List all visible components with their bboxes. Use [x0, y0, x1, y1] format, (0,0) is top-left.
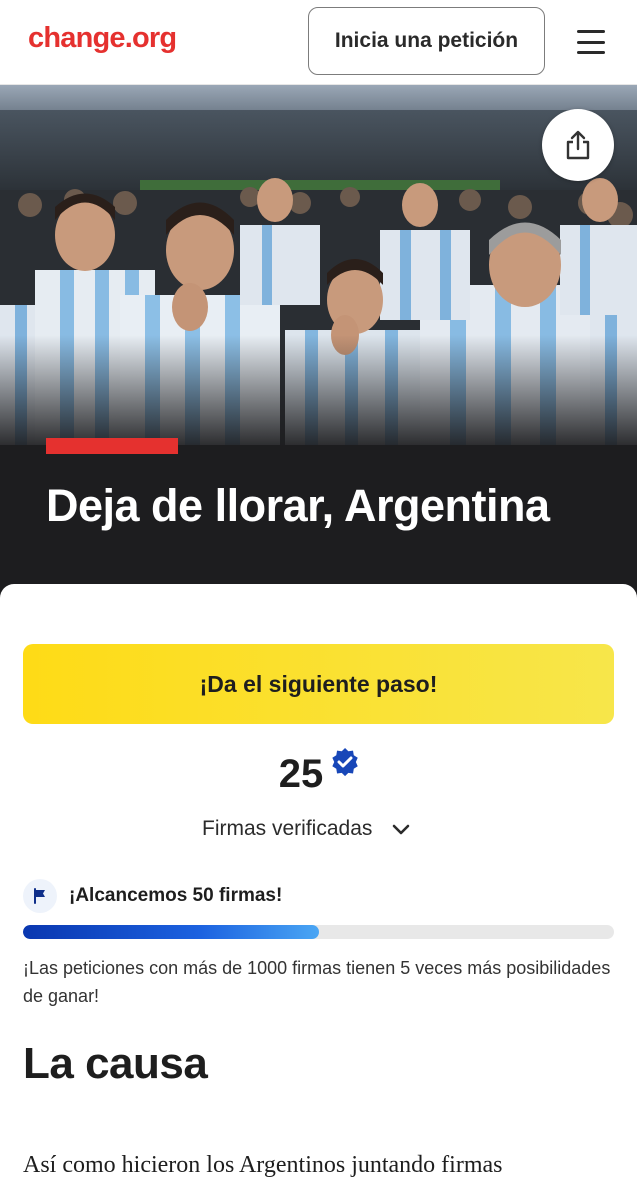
- signature-label-toggle[interactable]: Firmas verificadas: [202, 814, 412, 844]
- menu-line: [577, 40, 605, 44]
- menu-line: [577, 30, 605, 33]
- chevron-down-icon: [393, 824, 410, 835]
- flag-icon-glyph: [34, 888, 45, 904]
- next-step-button[interactable]: ¡Da el siguiente paso!: [23, 644, 614, 724]
- hamburger-menu-icon[interactable]: [570, 26, 612, 58]
- change-org-logo[interactable]: change.org: [28, 22, 177, 55]
- signature-label: Firmas verificadas: [202, 817, 373, 840]
- title-accent-bar: [46, 438, 178, 454]
- hero-gradient-overlay: [0, 335, 637, 455]
- signature-progress-fill: [23, 925, 319, 939]
- share-icon[interactable]: [542, 109, 614, 181]
- cause-section-title: La causa: [23, 1039, 208, 1088]
- flag-icon: [23, 879, 57, 913]
- signature-count: 25: [278, 752, 324, 796]
- petition-title: Deja de llorar, Argentina: [46, 480, 550, 531]
- petition-hero: Deja de llorar, Argentina: [0, 85, 637, 605]
- menu-line: [577, 51, 605, 54]
- signature-progress-bar: [23, 925, 614, 939]
- share-icon-glyph: [566, 130, 590, 160]
- signature-goal-text: ¡Alcancemos 50 firmas!: [69, 885, 283, 906]
- petition-card: ¡Da el siguiente paso! 25 Firmas verific…: [0, 584, 637, 1200]
- verified-badge-icon: [332, 747, 358, 777]
- start-petition-button[interactable]: Inicia una petición: [308, 7, 545, 75]
- top-navigation-bar: change.org Inicia una petición: [0, 0, 637, 85]
- cause-body-text: Así como hicieron los Argentinos juntand…: [23, 1152, 503, 1178]
- goal-hint-text: ¡Las peticiones con más de 1000 firmas t…: [23, 958, 611, 1006]
